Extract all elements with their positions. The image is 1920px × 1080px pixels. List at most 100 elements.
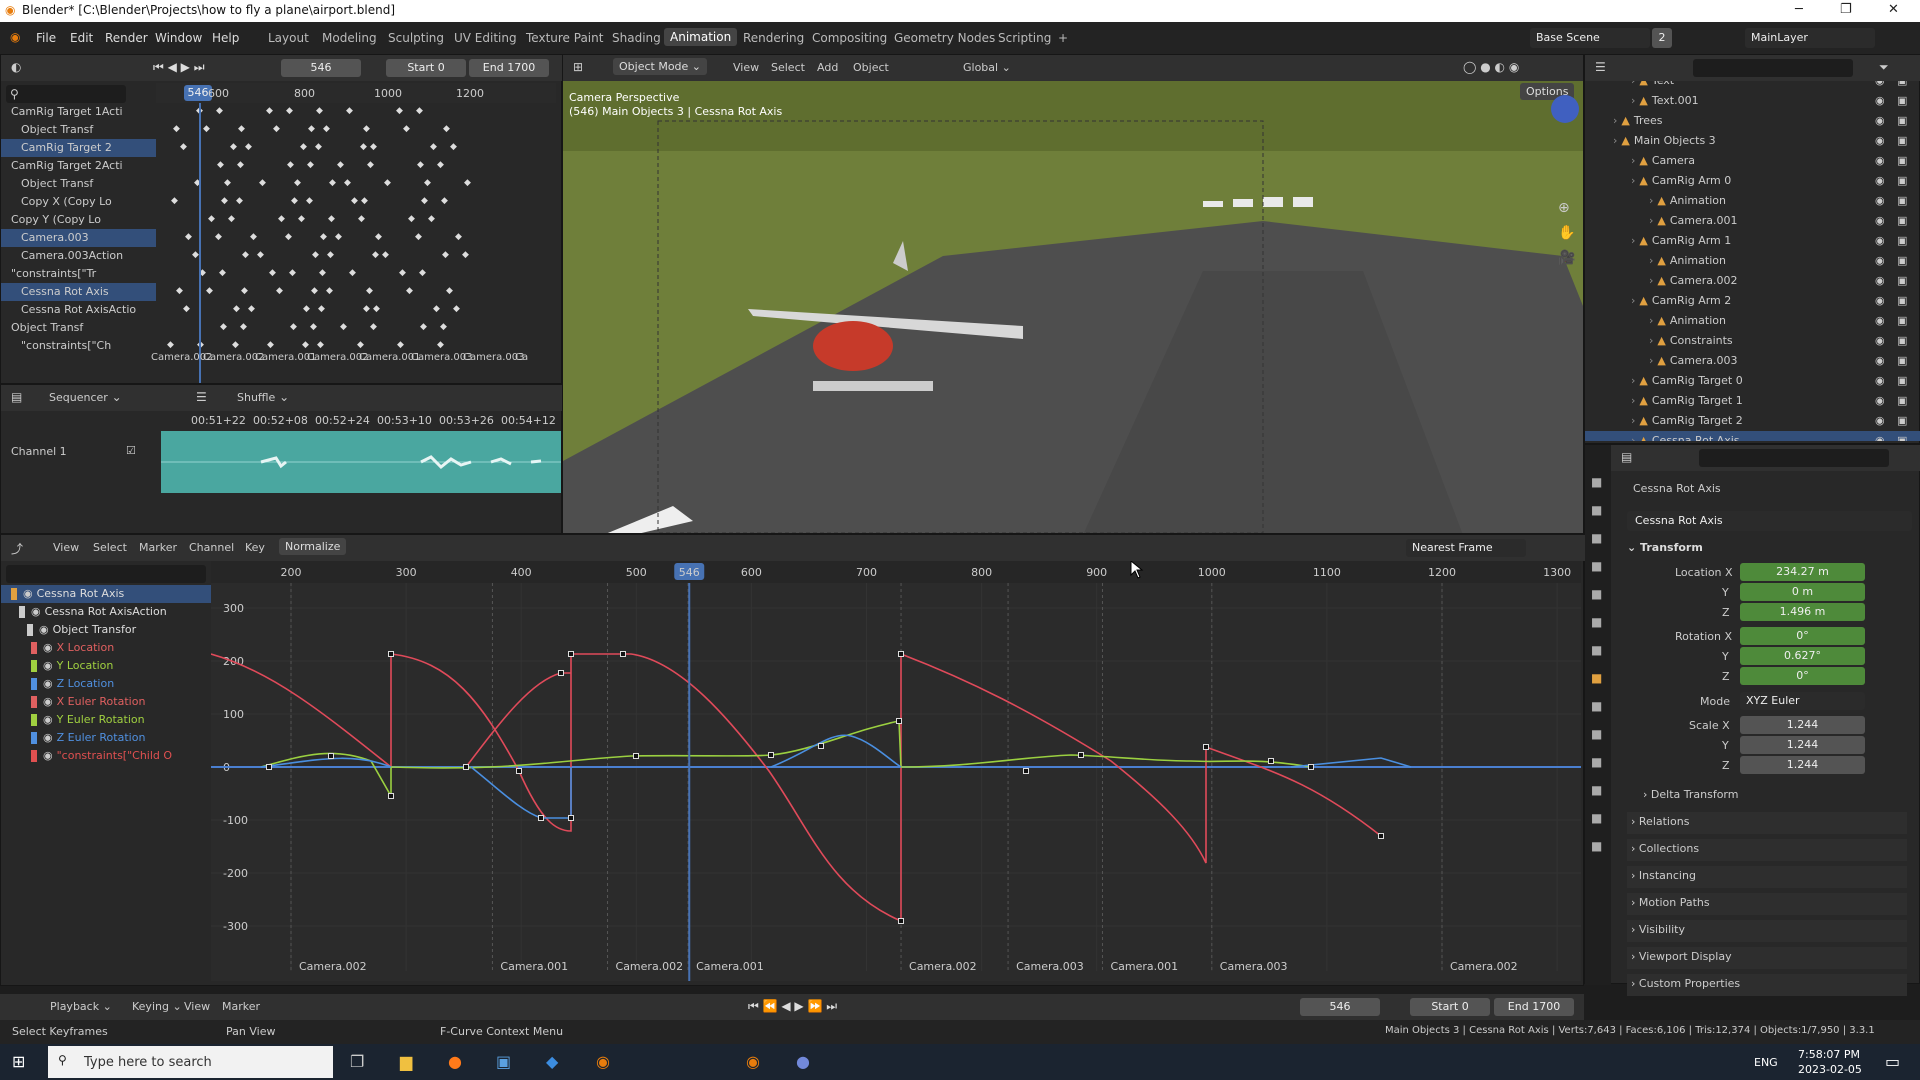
keyframe[interactable]: ◆ bbox=[367, 160, 374, 170]
visibility-eye-icon[interactable]: ◉ bbox=[39, 623, 49, 636]
render-camera-icon[interactable]: ▣ bbox=[1897, 234, 1907, 247]
vscode-icon[interactable]: ◆ bbox=[546, 1052, 558, 1071]
properties-section-header[interactable]: › Collections bbox=[1627, 839, 1907, 861]
keyframe[interactable]: ◆ bbox=[233, 304, 240, 314]
keyframe-point[interactable] bbox=[568, 815, 574, 821]
keyframe[interactable]: ◆ bbox=[319, 268, 326, 278]
keyframe[interactable]: ◆ bbox=[306, 196, 313, 206]
keyframe[interactable]: ◆ bbox=[416, 106, 423, 116]
visibility-eye-icon[interactable]: ◉ bbox=[43, 641, 53, 654]
file-explorer-icon[interactable]: ▆ bbox=[400, 1052, 412, 1071]
visibility-eye-icon[interactable]: ◉ bbox=[1875, 174, 1885, 187]
outliner-row[interactable]: › ▲ Trees ◉ ▣ bbox=[1585, 111, 1920, 131]
outliner-row[interactable]: › ▲ CamRig Target 1 ◉ ▣ bbox=[1585, 391, 1920, 411]
graph-curve-area[interactable]: 200 300 400 500 546 600 700 800 900 1000 1100 1200 1… bbox=[211, 561, 1581, 981]
keyframe-point[interactable] bbox=[898, 651, 904, 657]
keyframe-point[interactable] bbox=[898, 918, 904, 924]
keyframe-point[interactable] bbox=[463, 764, 469, 770]
keyframe[interactable]: ◆ bbox=[462, 250, 469, 260]
zoom-icon[interactable]: ⊕ bbox=[1558, 200, 1570, 216]
keyframe[interactable]: ◆ bbox=[357, 340, 364, 350]
keyframe[interactable]: ◆ bbox=[278, 214, 285, 224]
keyframe[interactable]: ◆ bbox=[228, 214, 235, 224]
keyframe[interactable]: ◆ bbox=[442, 250, 449, 260]
outliner-row[interactable]: › ▲ CamRig Target 0 ◉ ▣ bbox=[1585, 371, 1920, 391]
menu-help[interactable]: Help bbox=[212, 31, 239, 45]
keyframe[interactable]: ◆ bbox=[171, 196, 178, 206]
timeline-menu-keying[interactable]: Keying ⌄ bbox=[132, 1000, 182, 1013]
graph-channel[interactable]: ◉ Cessna Rot AxisAction bbox=[1, 603, 211, 621]
outliner-row[interactable]: › ▲ Camera.003 ◉ ▣ bbox=[1585, 351, 1920, 371]
keyframe[interactable]: ◆ bbox=[406, 286, 413, 296]
keyframe[interactable]: ◆ bbox=[285, 232, 292, 242]
keyframe[interactable]: ◆ bbox=[344, 178, 351, 188]
keyframe[interactable]: ◆ bbox=[372, 250, 379, 260]
keyframe-point[interactable] bbox=[568, 651, 574, 657]
keyframe[interactable]: ◆ bbox=[403, 124, 410, 134]
keyframe-point[interactable] bbox=[1378, 833, 1384, 839]
dopesheet-channel[interactable]: CamRig Target 2 bbox=[1, 139, 156, 157]
render-camera-icon[interactable]: ▣ bbox=[1897, 81, 1907, 87]
graph-channel[interactable]: ◉ Y Location bbox=[1, 657, 211, 675]
firefox-icon[interactable]: ● bbox=[448, 1052, 462, 1071]
visibility-eye-icon[interactable]: ◉ bbox=[1875, 134, 1885, 147]
world-tab-icon[interactable]: ■ bbox=[1591, 615, 1602, 629]
keyframe[interactable]: ◆ bbox=[248, 304, 255, 314]
outliner-row[interactable]: › ▲ CamRig Target 2 ◉ ▣ bbox=[1585, 411, 1920, 431]
tab-shading[interactable]: Shading bbox=[612, 31, 661, 45]
render-camera-icon[interactable]: ▣ bbox=[1897, 174, 1907, 187]
playback-controls-icon[interactable]: ⏮ ⏪ ◀ ▶ ⏩ ⏭ bbox=[748, 999, 837, 1014]
keyframe[interactable]: ◆ bbox=[320, 232, 327, 242]
output-tab-icon[interactable]: ■ bbox=[1591, 531, 1602, 545]
keyframe[interactable]: ◆ bbox=[455, 232, 462, 242]
outliner-row[interactable]: › ▲ Main Objects 3 ◉ ▣ bbox=[1585, 131, 1920, 151]
tab-sculpting[interactable]: Sculpting bbox=[388, 31, 444, 45]
visibility-eye-icon[interactable]: ◉ bbox=[1875, 274, 1885, 287]
keyframe[interactable]: ◆ bbox=[417, 160, 424, 170]
keyframe[interactable]: ◆ bbox=[310, 322, 317, 332]
material-tab-icon[interactable]: ■ bbox=[1591, 839, 1602, 853]
render-camera-icon[interactable]: ▣ bbox=[1897, 114, 1907, 127]
keyframe[interactable]: ◆ bbox=[298, 214, 305, 224]
visibility-eye-icon[interactable]: ◉ bbox=[1875, 294, 1885, 307]
keyframe[interactable]: ◆ bbox=[464, 178, 471, 188]
blender-taskbar-icon[interactable]: ◉ bbox=[596, 1052, 610, 1071]
keyframe[interactable]: ◆ bbox=[329, 178, 336, 188]
graph-channel[interactable]: ◉ Object Transfor bbox=[1, 621, 211, 639]
keyframe[interactable]: ◆ bbox=[257, 250, 264, 260]
keyframe[interactable]: ◆ bbox=[236, 196, 243, 206]
menu-edit[interactable]: Edit bbox=[70, 31, 93, 45]
close-button[interactable]: ✕ bbox=[1888, 2, 1899, 17]
keyframe[interactable]: ◆ bbox=[363, 304, 370, 314]
dopesheet-channel[interactable]: Camera.003 bbox=[1, 229, 156, 247]
graph-channel[interactable]: ◉ X Euler Rotation bbox=[1, 693, 211, 711]
expand-arrow-icon[interactable]: › bbox=[1649, 334, 1653, 347]
menu-window[interactable]: Window bbox=[155, 31, 202, 45]
dopesheet-keyframes[interactable]: ◆ ◆ ◆ ◆ ◆ ◆ ◆ ◆ ◆ ◆ ◆ ◆ ◆ ◆ ◆ ◆ ◆ ◆ ◆ ◆ ◆ ◆ ◆ ◆ ◆ ◆ ◆ ◆ ◆ ◆ ◆ ◆ ◆ ◆ ◆ ◆ ◆ ◆ ◆ ◆… bbox=[156, 103, 556, 368]
properties-section-header[interactable]: › Custom Properties bbox=[1627, 974, 1907, 996]
graph-menu-channel[interactable]: Channel bbox=[189, 541, 234, 554]
keyframe[interactable]: ◆ bbox=[453, 304, 460, 314]
outliner-row[interactable]: › ▲ Camera ◉ ▣ bbox=[1585, 151, 1920, 171]
keyframe[interactable]: ◆ bbox=[441, 196, 448, 206]
keyframe[interactable]: ◆ bbox=[266, 106, 273, 116]
render-camera-icon[interactable]: ▣ bbox=[1897, 354, 1907, 367]
dopesheet-channel[interactable]: Cessna Rot AxisActio bbox=[1, 301, 156, 319]
outliner-row[interactable]: › ▲ Animation ◉ ▣ bbox=[1585, 251, 1920, 271]
keyframe[interactable]: ◆ bbox=[208, 214, 215, 224]
keyframe[interactable]: ◆ bbox=[337, 160, 344, 170]
properties-section-header[interactable]: › Instancing bbox=[1627, 866, 1907, 888]
keyframe[interactable]: ◆ bbox=[302, 340, 309, 350]
keyframe[interactable]: ◆ bbox=[433, 304, 440, 314]
play-controls-icon[interactable]: ⏮ ◀ ▶ ⏭ bbox=[153, 60, 205, 75]
location-z-field[interactable]: 1.496 m bbox=[1740, 603, 1865, 621]
keyframe-point[interactable] bbox=[896, 718, 902, 724]
hamburger-icon[interactable]: ☰ bbox=[196, 390, 207, 404]
dopesheet-channel[interactable]: Cessna Rot Axis bbox=[1, 283, 156, 301]
keyframe[interactable]: ◆ bbox=[420, 322, 427, 332]
keyframe[interactable]: ◆ bbox=[408, 214, 415, 224]
expand-arrow-icon[interactable]: › bbox=[1631, 414, 1635, 427]
keyframe[interactable]: ◆ bbox=[428, 214, 435, 224]
keyframe[interactable]: ◆ bbox=[242, 250, 249, 260]
view-layer-tab-icon[interactable]: ■ bbox=[1591, 559, 1602, 573]
